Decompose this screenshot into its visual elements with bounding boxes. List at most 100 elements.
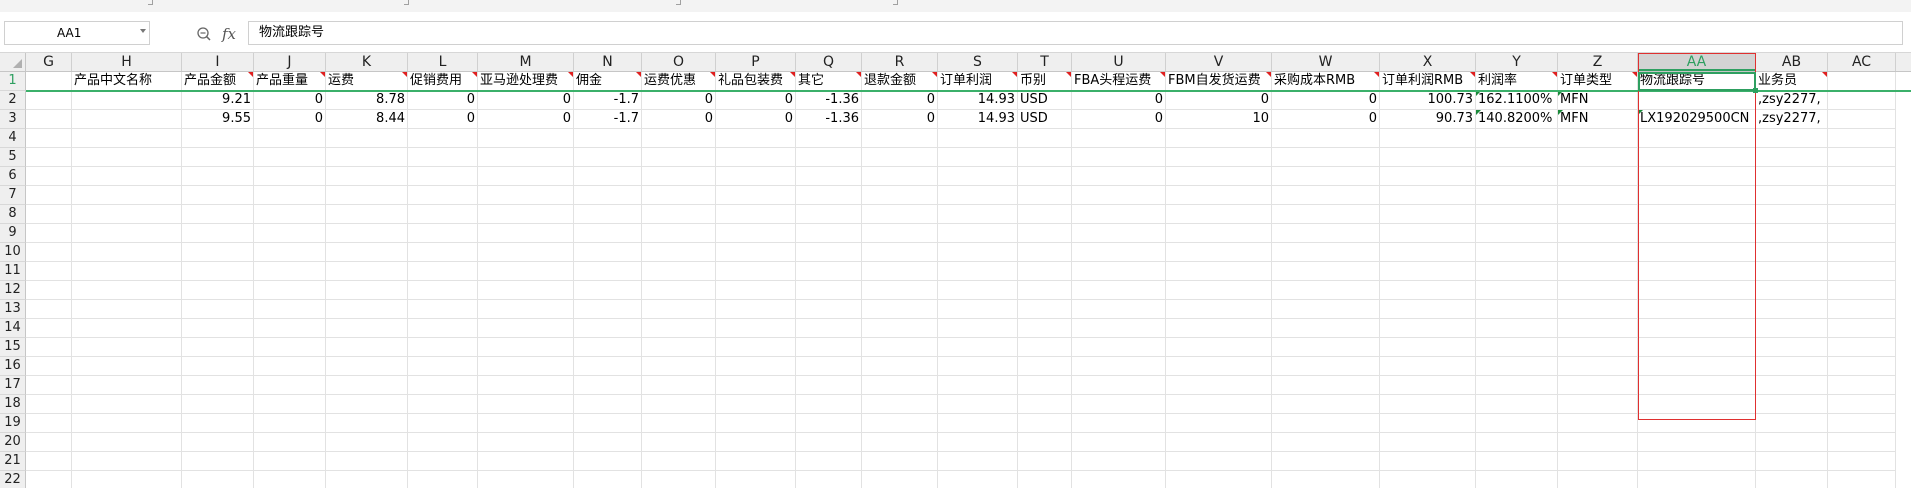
cell-ab17[interactable] <box>1756 376 1828 395</box>
cell-v7[interactable] <box>1166 186 1272 205</box>
cell-p21[interactable] <box>716 452 796 471</box>
cell-k18[interactable] <box>326 395 408 414</box>
cell-z4[interactable] <box>1558 129 1638 148</box>
cell-v22[interactable] <box>1166 471 1272 488</box>
cell-x12[interactable] <box>1380 281 1476 300</box>
cell-v11[interactable] <box>1166 262 1272 281</box>
cell-r12[interactable] <box>862 281 938 300</box>
cell-aa2[interactable] <box>1638 91 1756 110</box>
cell-w11[interactable] <box>1272 262 1380 281</box>
cell-l9[interactable] <box>408 224 478 243</box>
cell-q2[interactable]: -1.36 <box>796 91 862 110</box>
cell-s21[interactable] <box>938 452 1018 471</box>
cell-i18[interactable] <box>182 395 254 414</box>
cell-i4[interactable] <box>182 129 254 148</box>
cell-n14[interactable] <box>574 319 642 338</box>
cell-m9[interactable] <box>478 224 574 243</box>
cell-ab3[interactable]: ,zsy2277, <box>1756 110 1828 129</box>
cell-x2[interactable]: 100.73 <box>1380 91 1476 110</box>
cell-u19[interactable] <box>1072 414 1166 433</box>
cell-r15[interactable] <box>862 338 938 357</box>
cell-g13[interactable] <box>26 300 72 319</box>
cell-t1[interactable]: 币别 <box>1018 72 1072 91</box>
cell-o18[interactable] <box>642 395 716 414</box>
column-header-n[interactable]: N <box>574 53 642 71</box>
cell-q13[interactable] <box>796 300 862 319</box>
cell-s6[interactable] <box>938 167 1018 186</box>
cell-ac12[interactable] <box>1828 281 1896 300</box>
column-header-i[interactable]: I <box>182 53 254 71</box>
column-header-y[interactable]: Y <box>1476 53 1558 71</box>
cell-x21[interactable] <box>1380 452 1476 471</box>
cell-v9[interactable] <box>1166 224 1272 243</box>
cell-z13[interactable] <box>1558 300 1638 319</box>
cell-l21[interactable] <box>408 452 478 471</box>
cell-h22[interactable] <box>72 471 182 488</box>
cell-q8[interactable] <box>796 205 862 224</box>
cell-q14[interactable] <box>796 319 862 338</box>
row-header-9[interactable]: 9 <box>0 224 26 243</box>
cell-g10[interactable] <box>26 243 72 262</box>
cell-u18[interactable] <box>1072 395 1166 414</box>
cell-l6[interactable] <box>408 167 478 186</box>
column-header-k[interactable]: K <box>326 53 408 71</box>
cell-w19[interactable] <box>1272 414 1380 433</box>
cell-k5[interactable] <box>326 148 408 167</box>
cell-ac18[interactable] <box>1828 395 1896 414</box>
cell-n22[interactable] <box>574 471 642 488</box>
fill-handle[interactable] <box>1753 88 1758 93</box>
cell-m13[interactable] <box>478 300 574 319</box>
cell-r6[interactable] <box>862 167 938 186</box>
cell-o2[interactable]: 0 <box>642 91 716 110</box>
cell-j18[interactable] <box>254 395 326 414</box>
cell-l12[interactable] <box>408 281 478 300</box>
cell-z18[interactable] <box>1558 395 1638 414</box>
cell-j3[interactable]: 0 <box>254 110 326 129</box>
cell-i13[interactable] <box>182 300 254 319</box>
cell-g22[interactable] <box>26 471 72 488</box>
cell-y4[interactable] <box>1476 129 1558 148</box>
cell-s4[interactable] <box>938 129 1018 148</box>
cell-u12[interactable] <box>1072 281 1166 300</box>
cell-l5[interactable] <box>408 148 478 167</box>
cell-s13[interactable] <box>938 300 1018 319</box>
column-header-u[interactable]: U <box>1072 53 1166 71</box>
cell-h16[interactable] <box>72 357 182 376</box>
cell-m5[interactable] <box>478 148 574 167</box>
cell-o11[interactable] <box>642 262 716 281</box>
cell-p20[interactable] <box>716 433 796 452</box>
row-header-7[interactable]: 7 <box>0 186 26 205</box>
cell-u2[interactable]: 0 <box>1072 91 1166 110</box>
cell-ac3[interactable] <box>1828 110 1896 129</box>
cell-j19[interactable] <box>254 414 326 433</box>
cell-o3[interactable]: 0 <box>642 110 716 129</box>
cell-z20[interactable] <box>1558 433 1638 452</box>
cell-v16[interactable] <box>1166 357 1272 376</box>
row-header-20[interactable]: 20 <box>0 433 26 452</box>
cell-v14[interactable] <box>1166 319 1272 338</box>
cell-p19[interactable] <box>716 414 796 433</box>
cell-g1[interactable] <box>26 72 72 91</box>
row-header-2[interactable]: 2 <box>0 91 26 110</box>
cell-s22[interactable] <box>938 471 1018 488</box>
cell-i6[interactable] <box>182 167 254 186</box>
cell-i20[interactable] <box>182 433 254 452</box>
cell-p6[interactable] <box>716 167 796 186</box>
cell-k9[interactable] <box>326 224 408 243</box>
row-header-16[interactable]: 16 <box>0 357 26 376</box>
cell-k16[interactable] <box>326 357 408 376</box>
cell-x3[interactable]: 90.73 <box>1380 110 1476 129</box>
cell-h6[interactable] <box>72 167 182 186</box>
cell-ac7[interactable] <box>1828 186 1896 205</box>
cell-k20[interactable] <box>326 433 408 452</box>
cell-v3[interactable]: 10 <box>1166 110 1272 129</box>
row-header-6[interactable]: 6 <box>0 167 26 186</box>
cell-m20[interactable] <box>478 433 574 452</box>
cell-m17[interactable] <box>478 376 574 395</box>
cell-o1[interactable]: 运费优惠 <box>642 72 716 91</box>
cell-q1[interactable]: 其它 <box>796 72 862 91</box>
cell-q6[interactable] <box>796 167 862 186</box>
cell-r22[interactable] <box>862 471 938 488</box>
cell-i17[interactable] <box>182 376 254 395</box>
cell-aa1[interactable]: 物流跟踪号 <box>1638 72 1756 91</box>
